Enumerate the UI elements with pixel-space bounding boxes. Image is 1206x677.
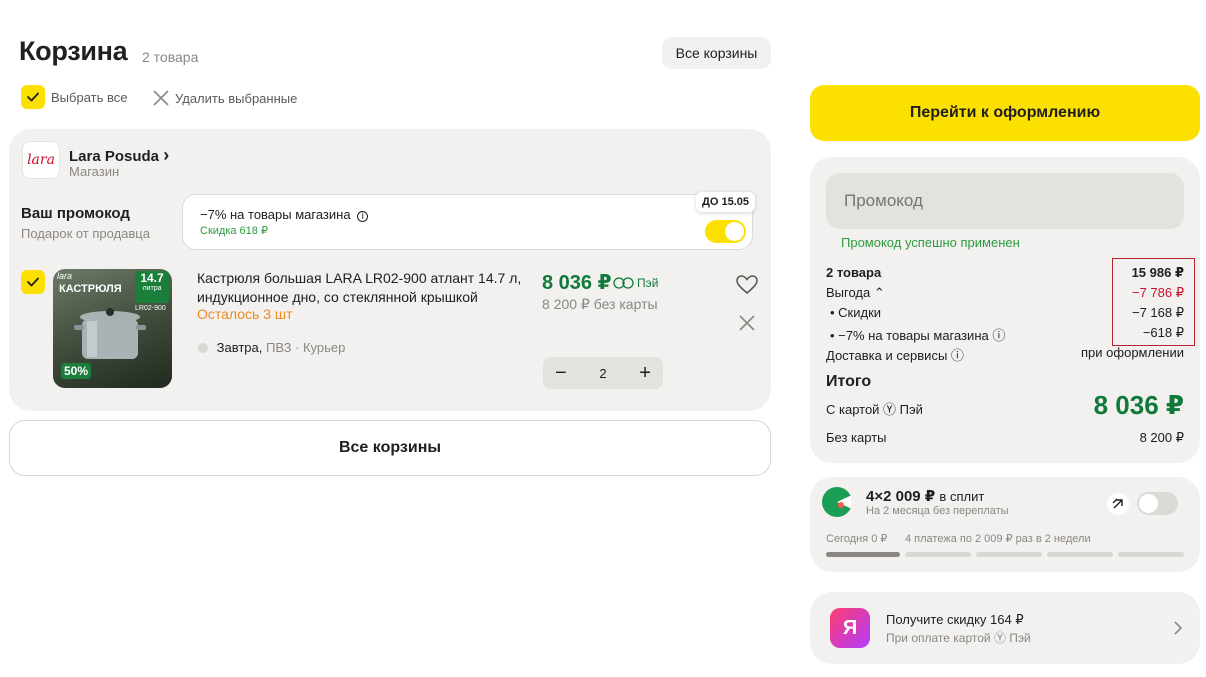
split-progress-segment [905,552,971,557]
split-progress-segment [1047,552,1113,557]
heart-icon [736,275,758,295]
close-icon [153,90,169,106]
offer-sub: При оплате картой Ⓨ Пэй [886,631,1031,645]
decrease-button[interactable]: − [555,363,567,383]
promo-sub: Подарок от продавца [21,226,150,241]
split-progress-segment [826,552,900,557]
yandex-logo: Я [830,608,870,648]
cart-items-count: 2 товара [142,49,199,65]
checkout-button[interactable]: Перейти к оформлению [810,85,1200,141]
delivery-day: Завтра, [216,340,263,355]
summary-line-label: Выгода ⌃ [826,285,885,300]
checkbox-checked-icon [21,85,45,109]
split-logo-icon [822,487,852,517]
store-promo-title-text: −7% на товары магазина [200,207,351,222]
close-icon [739,315,755,331]
pot-illustration [74,308,146,359]
promo-deadline-badge: ДО 15.05 [696,192,755,212]
summary-line-label: 2 товара [826,265,882,280]
product-price: 8 036 ₽ [542,272,612,294]
offer-title: Получите скидку 164 ₽ [886,612,1024,627]
store-logo[interactable]: lara [22,141,60,179]
stock-left: Осталось 3 шт [197,306,293,322]
all-carts-bottom-button[interactable]: Все корзины [9,420,771,476]
checkbox-checked-icon [21,270,45,294]
without-card-value: 8 200 ₽ [1139,430,1184,445]
chevron-right-icon[interactable] [1172,620,1184,641]
summary-line-label: Доставка и сервисы ⓘ [826,348,964,363]
summary-line-delivery: Доставка и сервисы ⓘ при оформлении [826,345,1184,364]
toggle-knob [725,222,744,241]
remove-item-button[interactable] [738,314,756,337]
split-title: 4×2 009 ₽ в сплит [866,487,984,505]
product-image[interactable]: lara КАСТРЮЛЯ 14.7 литра LR02-900 50% [53,269,172,388]
delivery-dot-icon [198,343,208,353]
split-plan: 4 платежа по 2 009 ₽ раз в 2 недели [905,533,1091,545]
all-carts-button[interactable]: Все корзины [662,37,771,69]
split-link-icon[interactable] [1107,493,1129,515]
delivery-info: Завтра, ПВЗ · Курьер [198,340,345,355]
delivery-modes: ПВЗ · Курьер [265,340,346,355]
highlight-box [1112,258,1195,346]
product-image-unit: литра [142,285,162,292]
item-checkbox[interactable] [21,270,45,294]
product-image-brand: lara [57,271,73,281]
without-card-label: Без карты [826,430,887,445]
page-title: Корзина [19,36,128,66]
yandex-pay-icon [613,277,634,289]
store-promo-title: −7% на товары магазина i [200,207,369,222]
split-title-amount: 4×2 009 ₽ [866,488,936,505]
promo-label: Ваш промокод [21,205,130,222]
product-image-volume: 14.7 [140,271,164,285]
select-all-label: Выбрать все [51,89,128,105]
store-type: Магазин [69,164,120,179]
store-name-link[interactable]: Lara Posuda › [69,145,169,166]
delete-selected-label: Удалить выбранные [175,90,298,106]
product-image-discount-badge: 50% [61,363,92,379]
summary-line-label: • −7% на товары магазина ⓘ [830,328,1006,343]
split-sub: На 2 месяца без переплаты [866,505,1009,517]
product-image-volume-badge: 14.7 литра [135,271,169,303]
product-name[interactable]: Кастрюля большая LARA LR02-900 атлант 14… [197,269,527,307]
store-promo-box[interactable] [182,194,753,250]
with-card-label: С картой Ⓨ Пэй [826,402,923,417]
info-icon[interactable]: i [357,211,369,222]
pay-badge: Пэй [613,276,658,290]
product-price-no-card: 8 200 ₽ без карты [542,296,658,312]
split-toggle[interactable] [1137,492,1178,515]
toggle-knob [1139,494,1158,513]
split-progress-segment [976,552,1042,557]
favorite-button[interactable] [736,275,758,300]
store-name: Lara Posuda [69,148,160,165]
total-label: Итого [826,373,872,390]
chevron-right-icon: › [163,145,170,165]
select-all-checkbox[interactable]: Выбрать все [21,85,127,109]
promo-toggle[interactable] [705,220,746,243]
promo-applied-message: Промокод успешно применен [841,235,1020,250]
total-price: 8 036 ₽ [1093,390,1184,420]
summary-line-label: • Скидки [830,305,882,320]
split-today: Сегодня 0 ₽ [826,533,888,545]
product-image-title: КАСТРЮЛЯ [59,283,122,295]
promo-code-input[interactable] [826,173,1184,229]
split-progress-segment [1118,552,1184,557]
split-title-suffix: в сплит [939,489,985,504]
summary-line-value: при оформлении [1081,345,1184,360]
store-promo-discount: Скидка 618 ₽ [200,225,268,237]
quantity-stepper: − 2 + [543,357,663,389]
store-logo-text: lara [27,152,55,168]
quantity-value[interactable]: 2 [599,366,606,381]
increase-button[interactable]: + [639,363,651,383]
delete-selected-button[interactable]: Удалить выбранные [152,88,297,108]
pay-badge-label: Пэй [637,276,659,290]
